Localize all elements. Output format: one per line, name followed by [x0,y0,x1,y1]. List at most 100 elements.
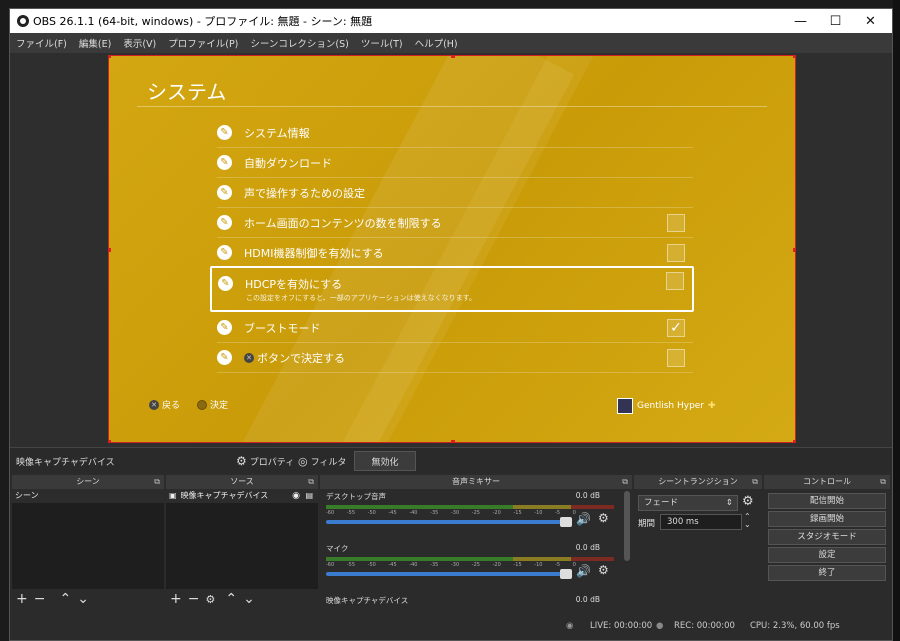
gear-icon[interactable]: ⚙ [742,494,754,509]
audio-mixer-dock: 音声ミキサー ⧉ デスクトップ音声 0.0 dB -60 -55 -50 -45 -40 -… [320,475,632,609]
resize-handle[interactable] [793,440,795,442]
undock-icon[interactable]: ⧉ [752,475,758,489]
deactivate-button[interactable]: 無効化 [354,451,416,471]
obs-window: OBS 26.1.1 (64-bit, windows) - プロファイル: 無… [9,8,893,641]
menu-file[interactable]: ファイル(F) [10,36,73,50]
tick: -55 [346,562,355,568]
setting-item: ✎ ホーム画面のコンテンツの数を制限する [217,208,693,238]
resize-handle[interactable] [451,56,455,58]
duration-value: 300 ms [667,517,699,527]
eye-icon[interactable]: ◉ [292,489,300,503]
up-icon[interactable]: ⌃ [59,591,71,607]
dock-header: シーントランジション ⧉ [634,475,762,489]
back-hint: ✕ 戻る [149,398,180,411]
setting-item: ✎ 自動ダウンロード [217,148,693,178]
preview-canvas[interactable]: システム ✎ システム情報 ✎ 自動ダウンロード ✎ 声で操作するための設定 ✎… [108,55,796,443]
channel-db: 0.0 dB [575,491,600,500]
properties-button[interactable]: ⚙ プロパティ [230,451,300,471]
wrench-icon: ✎ [217,320,232,335]
avatar [617,398,633,414]
tick: -25 [471,562,480,568]
resize-handle[interactable] [793,248,795,252]
studio-mode-button[interactable]: スタジオモード [768,529,886,545]
wrench-icon: ✎ [217,350,232,365]
channel-name: 映像キャプチャデバイス [326,596,409,605]
undock-icon[interactable]: ⧉ [880,475,886,489]
undock-icon[interactable]: ⧉ [154,475,160,489]
filters-label: フィルタ [310,457,347,468]
slider-knob[interactable] [560,569,572,579]
remove-icon[interactable]: − [34,591,46,607]
resize-handle[interactable] [109,248,111,252]
remove-icon[interactable]: − [188,591,200,607]
mixer-channel: マイク 0.0 dB -60 -55 -50 -45 -40 -35 -30 -25 -20 -1… [326,543,614,579]
menu-view[interactable]: 表示(V) [117,36,162,50]
volume-slider[interactable] [326,569,572,579]
gear-icon[interactable]: ⚙ [598,511,609,525]
setting-label: ホーム画面のコンテンツの数を制限する [244,216,442,230]
down-icon[interactable]: ⌄ [77,591,89,607]
undock-icon[interactable]: ⧉ [622,475,628,489]
gear-icon[interactable]: ⚙ [205,593,215,606]
tick: -35 [430,510,439,516]
up-icon[interactable]: ⌃ [225,591,237,607]
channel-name: マイク [326,544,349,553]
resize-handle[interactable] [793,56,795,58]
selected-source-name: 映像キャプチャデバイス [16,458,115,468]
speaker-icon[interactable]: 🔊 [576,564,591,578]
tick: -45 [388,562,397,568]
menu-scene-collection[interactable]: シーンコレクション(S) [244,36,354,50]
filters-button[interactable]: ◎ フィルタ [292,451,352,471]
channel-db: 0.0 dB [575,543,600,552]
wrench-icon: ✎ [217,155,232,170]
dock-footer: + − ⚙ ⌃ ⌄ [166,589,318,609]
resize-handle[interactable] [451,440,455,442]
add-icon[interactable]: + [170,591,182,607]
scene-list: シーン [12,489,164,589]
add-icon[interactable]: + [16,591,28,607]
undock-icon[interactable]: ⧉ [308,475,314,489]
menu-profile[interactable]: プロファイル(P) [162,36,244,50]
properties-label: プロパティ [249,457,295,468]
volume-meter [326,505,614,509]
resize-handle[interactable] [109,56,111,58]
stepper-icon[interactable]: ⌃ ⌄ [744,513,751,529]
tick: -10 [534,562,543,568]
heading-divider [137,106,767,107]
gear-icon[interactable]: ⚙ [598,563,609,577]
list-item[interactable]: ▣ 映像キャプチャデバイス ◉ ▤ [166,489,318,503]
wrench-icon: ✎ [217,245,232,260]
exit-button[interactable]: 終了 [768,565,886,581]
live-icon: ◉ [566,621,574,631]
volume-slider[interactable] [326,517,572,527]
transition-select[interactable]: フェード ⇕ [638,495,738,511]
enter-label: 決定 [210,401,229,411]
setting-label: システム情報 [244,126,310,140]
desktop-background [893,0,900,641]
slider-knob[interactable] [560,517,572,527]
source-toolbar: 映像キャプチャデバイス ⚙ プロパティ ◎ フィルタ 無効化 [10,447,892,473]
settings-button[interactable]: 設定 [768,547,886,563]
start-streaming-button[interactable]: 配信開始 [768,493,886,509]
resize-handle[interactable] [109,440,111,442]
down-icon[interactable]: ⌄ [243,591,255,607]
rec-status: REC: 00:00:00 [674,621,735,631]
transitions-dock: シーントランジション ⧉ フェード ⇕ ⚙ 期間 300 ms ⌃ ⌄ [634,475,762,609]
tick: -15 [513,562,522,568]
menu-edit[interactable]: 編集(E) [73,36,117,50]
volume-meter [326,557,614,561]
status-bar: ◉ LIVE: 00:00:00 ● REC: 00:00:00 CPU: 2.… [10,609,892,640]
speaker-icon[interactable]: 🔊 [576,512,591,526]
close-button[interactable]: ✕ [848,9,893,33]
start-recording-button[interactable]: 録画開始 [768,511,886,527]
duration-input[interactable]: 300 ms [660,514,742,530]
lock-icon[interactable]: ▤ [305,489,313,503]
scenes-dock: シーン ⧉ シーン + − ⌃ ⌄ [12,475,164,609]
dock-footer: + − ⌃ ⌄ [12,589,164,609]
tick: -50 [367,510,376,516]
menu-tools[interactable]: ツール(T) [355,36,409,50]
mixer-scrollbar[interactable] [624,491,630,561]
menu-help[interactable]: ヘルプ(H) [409,36,464,50]
list-item[interactable]: シーン [12,489,164,503]
tick: -60 [326,510,335,516]
